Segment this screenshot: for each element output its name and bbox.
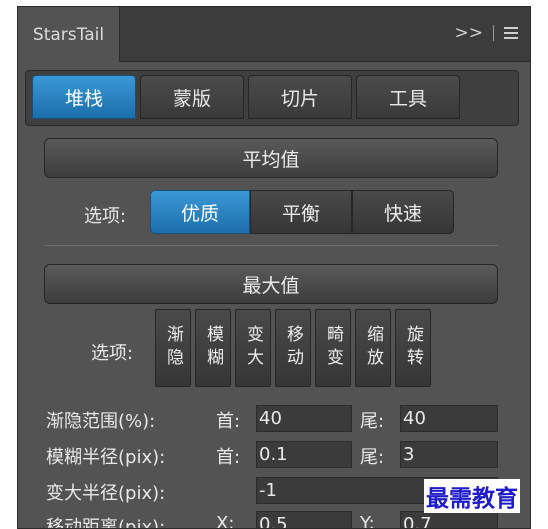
option-fade[interactable]: 渐隐 [155,309,191,387]
option-blur[interactable]: 模糊 [195,309,231,387]
section-divider [44,245,498,246]
tab-label: 切片 [280,87,319,110]
option-quality[interactable]: 优质 [150,190,250,234]
max-options-label: 选项: [91,343,134,364]
max-button[interactable]: 最大值 [44,264,498,304]
tab-label: 堆栈 [64,87,103,110]
fade-head-label: 首: [216,411,241,432]
tab-tools[interactable]: 工具 [356,75,460,119]
option-label: 优质 [180,202,219,225]
option-grow[interactable]: 变大 [235,309,271,387]
option-distort[interactable]: 畸变 [315,309,351,387]
panel-title: StarsTail [32,24,105,45]
tab-mask[interactable]: 蒙版 [140,75,244,119]
option-balance[interactable]: 平衡 [250,190,352,234]
tab-stack[interactable]: 堆栈 [32,75,136,119]
move-y-input[interactable]: 0.7 [400,511,498,528]
tab-slice[interactable]: 切片 [248,75,352,119]
hamburger-menu-icon[interactable] [504,27,518,39]
option-rotate[interactable]: 旋转 [395,309,431,387]
move-x-input[interactable]: 0.5 [256,511,352,528]
mean-options-label: 选项: [84,206,127,227]
move-distance-label: 移动距离(pix): [46,517,166,529]
fade-head-input[interactable]: 40 [256,405,352,432]
mean-button[interactable]: 平均值 [44,138,498,178]
tab-bar: 堆栈 蒙版 切片 工具 [25,70,519,126]
expand-icon[interactable]: >> [455,23,484,43]
option-label: 平衡 [281,202,320,225]
max-button-label: 最大值 [242,274,300,297]
fade-range-label: 渐隐范围(%): [46,411,156,432]
blur-head-label: 首: [216,447,241,468]
mean-button-label: 平均值 [242,148,300,171]
option-scale[interactable]: 缩放 [355,309,391,387]
blur-head-input[interactable]: 0.1 [256,441,352,468]
move-x-label: X: [216,513,235,529]
option-move[interactable]: 移动 [275,309,311,387]
starstail-panel: StarsTail >> 堆栈 蒙版 切片 工具 平均值 选项: 优质 平衡 快… [17,6,531,529]
panel-controls: >> [455,21,518,45]
tab-label: 工具 [388,87,427,110]
fade-tail-label: 尾: [360,411,385,432]
option-label: 快速 [383,202,422,225]
grow-radius-label: 变大半径(pix): [46,483,166,504]
blur-tail-label: 尾: [360,447,385,468]
blur-radius-label: 模糊半径(pix): [46,447,166,468]
panel-titlebar: StarsTail >> [18,7,530,62]
blur-tail-input[interactable]: 3 [400,441,498,468]
controls-divider [493,25,494,41]
option-fast[interactable]: 快速 [352,190,454,234]
watermark-text: 最需教育 [424,479,520,513]
fade-tail-input[interactable]: 40 [400,405,498,432]
panel-title-tab[interactable]: StarsTail [18,7,120,62]
move-y-label: Y: [360,513,375,529]
tab-label: 蒙版 [172,87,211,110]
